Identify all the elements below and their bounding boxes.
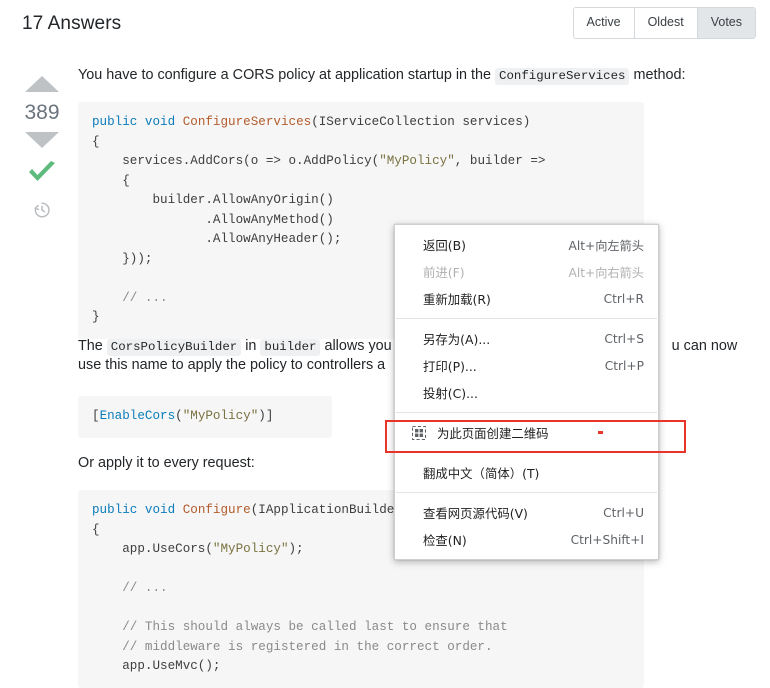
page-title: 17 Answers (22, 13, 122, 34)
inline-code-configureservices: ConfigureServices (495, 68, 630, 85)
code-block-enablecors: [EnableCors("MyPolicy")] (78, 396, 332, 438)
menu-item-cast-label: 投射(C)... (423, 385, 478, 401)
menu-item-forward-accel: Alt+向右箭头 (568, 265, 644, 280)
answers-header: 17 Answers Active Oldest Votes (0, 0, 770, 52)
menu-item-back[interactable]: 返回(B) Alt+向左箭头 (395, 231, 658, 258)
paragraph-intro: You have to configure a CORS policy at a… (78, 66, 758, 85)
menu-separator (396, 318, 657, 319)
menu-item-inspect-accel: Ctrl+Shift+I (570, 532, 644, 547)
paragraph-2-text-c: allows you t (320, 338, 400, 354)
menu-item-print[interactable]: 打印(P)... Ctrl+P (395, 352, 658, 379)
menu-item-save-as-label: 另存为(A)... (423, 331, 491, 347)
vote-cell: 389 (18, 68, 66, 222)
browser-context-menu[interactable]: 返回(B) Alt+向左箭头 前进(F) Alt+向右箭头 重新加载(R) Ct… (394, 224, 659, 560)
menu-item-save-as[interactable]: 另存为(A)... Ctrl+S (395, 325, 658, 352)
menu-item-back-label: 返回(B) (423, 237, 466, 253)
paragraph-2-text-b: in (241, 338, 261, 354)
menu-item-reload[interactable]: 重新加载(R) Ctrl+R (395, 285, 658, 312)
menu-item-translate-to-chinese-label: 翻成中文（简体）(T) (423, 465, 540, 481)
menu-item-translate-to-chinese[interactable]: 翻成中文（简体）(T) (395, 459, 658, 486)
paragraph-2-line2: use this name to apply the policy to con… (78, 357, 386, 374)
menu-item-view-page-source-label: 查看网页源代码(V) (423, 505, 528, 521)
vote-count: 389 (24, 101, 60, 124)
menu-item-forward-label: 前进(F) (423, 264, 465, 280)
menu-item-create-qr-code[interactable]: 为此页面创建二维码 (395, 419, 658, 446)
paragraph-2-text-a: The (78, 338, 107, 354)
menu-item-save-as-accel: Ctrl+S (604, 331, 644, 346)
menu-item-cast[interactable]: 投射(C)... (395, 379, 658, 406)
menu-item-inspect[interactable]: 检查(N) Ctrl+Shift+I (395, 526, 658, 553)
cursor-marker (598, 431, 603, 434)
menu-item-back-accel: Alt+向左箭头 (568, 238, 644, 253)
menu-item-reload-label: 重新加载(R) (423, 291, 491, 307)
paragraph-2-text-d: u can now (671, 338, 738, 354)
menu-item-forward: 前进(F) Alt+向右箭头 (395, 258, 658, 285)
menu-item-create-qr-code-label: 为此页面创建二维码 (437, 425, 549, 441)
history-clock-icon[interactable] (18, 200, 66, 222)
upvote-arrow-icon[interactable] (25, 76, 59, 92)
tab-active[interactable]: Active (573, 8, 635, 38)
paragraph-1-text-a: You have to configure a CORS policy at a… (78, 67, 496, 83)
qr-code-icon (409, 425, 429, 440)
menu-item-view-page-source-accel: Ctrl+U (603, 505, 644, 520)
tab-oldest[interactable]: Oldest (634, 8, 698, 38)
tab-votes[interactable]: Votes (697, 8, 755, 38)
menu-item-reload-accel: Ctrl+R (603, 291, 644, 306)
menu-item-inspect-label: 检查(N) (423, 532, 467, 548)
menu-separator (396, 492, 657, 493)
menu-item-print-accel: Ctrl+P (604, 358, 644, 373)
inline-code-corspolicybuilder: CorsPolicyBuilder (106, 339, 242, 356)
downvote-arrow-icon[interactable] (25, 132, 59, 148)
answer-sort-tabs: Active Oldest Votes (572, 7, 756, 39)
menu-separator (396, 452, 657, 453)
menu-item-print-label: 打印(P)... (423, 358, 477, 374)
paragraph-1-text-b: method: (629, 67, 686, 83)
menu-item-view-page-source[interactable]: 查看网页源代码(V) Ctrl+U (395, 499, 658, 526)
accepted-answer-checkmark-icon[interactable] (18, 160, 66, 188)
inline-code-builder: builder (260, 339, 321, 356)
menu-separator (396, 412, 657, 413)
